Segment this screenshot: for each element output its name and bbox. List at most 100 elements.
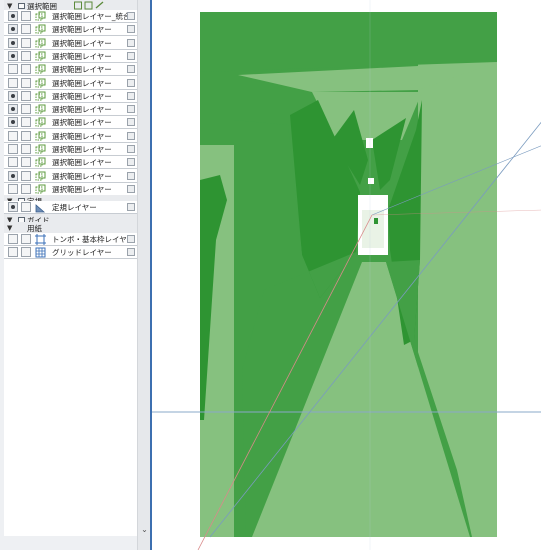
lock-toggle[interactable]: [21, 130, 31, 141]
layer-label: 定規レイヤー: [52, 203, 97, 212]
layer-property-icon[interactable]: [127, 105, 135, 114]
ceiling-lamp-2: [368, 178, 374, 184]
layer-row[interactable]: 選択範囲レイヤー: [4, 169, 137, 183]
layer-row[interactable]: 選択範囲レイヤー: [4, 143, 137, 156]
canvas-area[interactable]: [150, 0, 541, 550]
top-light-band: [200, 12, 497, 72]
selection-layer-icon: [35, 78, 46, 87]
lock-toggle[interactable]: [21, 90, 31, 101]
layer-label: 選択範囲レイヤー: [52, 171, 112, 181]
layer-label: トンボ・基本枠レイヤー: [52, 235, 135, 244]
lock-toggle[interactable]: [21, 11, 31, 21]
selection-layer-icon: [35, 91, 46, 101]
layer-ruler[interactable]: 定規レイヤー: [4, 201, 137, 214]
layer-property-icon[interactable]: [127, 65, 135, 74]
layer-property-icon[interactable]: [127, 91, 135, 100]
eye-icon[interactable]: [8, 170, 18, 181]
lock-toggle[interactable]: [21, 64, 31, 75]
layer-label: 選択範囲レイヤー: [52, 78, 112, 88]
lock-toggle[interactable]: [21, 50, 31, 61]
selection-layer-icon: [35, 38, 46, 48]
selection-layer-icon: [35, 184, 46, 194]
layer-row[interactable]: 選択範囲レイヤー_統合: [4, 10, 137, 23]
layer-label: 選択範囲レイヤー: [52, 118, 112, 128]
layer-row[interactable]: 選択範囲レイヤー: [4, 116, 137, 130]
lock-toggle[interactable]: [21, 247, 31, 257]
lock-toggle[interactable]: [21, 183, 31, 194]
layer-row[interactable]: 選択範囲レイヤー: [4, 63, 137, 77]
lock-toggle[interactable]: [21, 24, 31, 35]
layer-property-icon[interactable]: [127, 248, 135, 256]
layer-property-icon[interactable]: [127, 38, 135, 47]
layer-tombo[interactable]: トンボ・基本枠レイヤー: [4, 233, 137, 246]
eye-icon[interactable]: [8, 144, 18, 154]
layer-label: 選択範囲レイヤー: [52, 131, 112, 141]
layer-property-icon[interactable]: [127, 78, 135, 87]
eye-icon[interactable]: [8, 202, 18, 212]
layer-label: 選択範囲レイヤー: [52, 51, 112, 61]
layer-row[interactable]: 選択範囲レイヤー: [4, 89, 137, 103]
eye-icon[interactable]: [8, 37, 18, 48]
door-window: [362, 210, 384, 248]
layer-property-icon[interactable]: [127, 158, 135, 167]
eye-icon[interactable]: [8, 24, 18, 35]
layer-row[interactable]: 選択範囲レイヤー: [4, 103, 137, 117]
eye-icon[interactable]: [8, 90, 18, 101]
layer-label: 選択範囲レイヤー: [52, 91, 112, 101]
selection-layer-icon: [35, 157, 46, 167]
layer-property-icon[interactable]: [127, 118, 135, 127]
ceiling-lamp: [366, 138, 373, 148]
eye-icon[interactable]: [8, 183, 18, 194]
layer-row[interactable]: 選択範囲レイヤー: [4, 76, 137, 90]
layer-grid[interactable]: グリッドレイヤー: [4, 246, 137, 259]
ruler-icon: [35, 204, 46, 213]
eye-icon[interactable]: [8, 64, 18, 75]
red-lock-icon[interactable]: [21, 234, 31, 244]
eye-icon[interactable]: [8, 77, 18, 88]
layer-row[interactable]: 選択範囲レイヤー: [4, 49, 137, 63]
lock-toggle[interactable]: [21, 157, 31, 168]
layer-property-icon[interactable]: [127, 171, 135, 180]
layer-label: 選択範囲レイヤー: [52, 65, 112, 75]
layer-property-icon[interactable]: [127, 51, 135, 60]
lock-toggle[interactable]: [21, 144, 31, 154]
eye-icon[interactable]: [8, 157, 18, 168]
eye-icon[interactable]: [8, 234, 18, 244]
layer-tool-icons[interactable]: [74, 1, 106, 10]
lock-toggle[interactable]: [21, 77, 31, 88]
layer-property-icon[interactable]: [127, 184, 135, 193]
layer-row[interactable]: 選択範囲レイヤー: [4, 129, 137, 143]
layer-label: グリッドレイヤー: [52, 248, 112, 257]
selection-layer-icon: [35, 144, 46, 154]
eye-icon[interactable]: [8, 130, 18, 141]
eye-icon[interactable]: [8, 247, 18, 257]
layer-row[interactable]: 選択範囲レイヤー: [4, 156, 137, 170]
layer-property-icon[interactable]: [127, 12, 135, 20]
lock-toggle[interactable]: [21, 104, 31, 115]
lock-toggle[interactable]: [21, 117, 31, 128]
eye-icon[interactable]: [8, 50, 18, 61]
layer-row[interactable]: 選択範囲レイヤー: [4, 182, 137, 196]
scroll-down-arrow-icon[interactable]: ⌄: [138, 524, 150, 536]
eye-icon[interactable]: [8, 117, 18, 128]
layer-property-icon[interactable]: [127, 25, 135, 34]
lock-toggle[interactable]: [21, 37, 31, 48]
layer-property-icon[interactable]: [127, 235, 135, 243]
eye-icon[interactable]: [8, 11, 18, 21]
layer-row[interactable]: 選択範囲レイヤー: [4, 36, 137, 50]
layer-label: 選択範囲レイヤー: [52, 184, 112, 194]
collapse-arrow-icon[interactable]: ▼: [7, 224, 12, 233]
eye-icon[interactable]: [8, 104, 18, 115]
selection-layer-icon: [35, 117, 46, 127]
tombo-icon: [35, 234, 46, 245]
canvas-artwork: [152, 0, 541, 550]
layer-label: 選択範囲レイヤー: [52, 38, 112, 48]
grid-icon: [35, 247, 46, 258]
layer-property-icon[interactable]: [127, 131, 135, 140]
panel-scrollbar[interactable]: ⌄: [137, 0, 150, 550]
layer-property-icon[interactable]: [127, 203, 135, 211]
layer-row[interactable]: 選択範囲レイヤー: [4, 23, 137, 37]
lock-toggle[interactable]: [21, 170, 31, 181]
lock-toggle[interactable]: [21, 202, 31, 212]
layer-property-icon[interactable]: [127, 145, 135, 153]
